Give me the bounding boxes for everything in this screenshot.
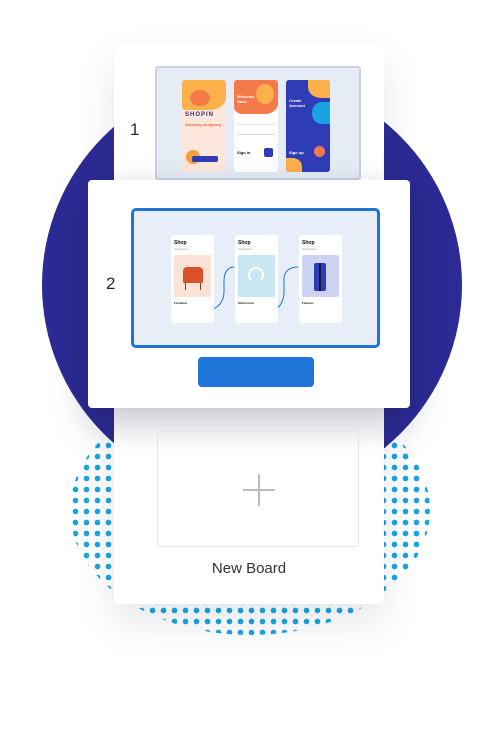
shop-screen-electronics: Shop Categories Electronics [235, 235, 278, 323]
board-number-2: 2 [106, 274, 116, 293]
brand-text: SHOPIN [185, 112, 215, 118]
sign-in-text: Sign in [237, 150, 251, 155]
board-number-1: 1 [130, 120, 140, 139]
create-text: Create Account [289, 98, 305, 108]
board-thumbnail-2[interactable]: Shop Categories Furniture Shop Categorie… [131, 208, 380, 348]
tagline-text: Amazing shopping [185, 122, 221, 127]
create-account-screen: Create Account Sign up [286, 80, 330, 172]
sign-up-text: Sign up [289, 150, 304, 155]
shop-screen-furniture: Shop Categories Furniture [171, 235, 214, 323]
board-thumbnail-1[interactable]: SHOPIN Amazing shopping Welcome Back Sig… [155, 66, 361, 180]
welcome-text: Welcome Back [237, 94, 255, 104]
open-board-button[interactable] [198, 357, 314, 387]
plus-icon [243, 474, 275, 506]
shop-subtitle: Categories [302, 247, 317, 251]
shop-subtitle: Categories [238, 247, 253, 251]
onboarding-screen: SHOPIN Amazing shopping [182, 80, 226, 172]
item-label: Furniture [174, 301, 188, 305]
item-label: Fashion [302, 301, 314, 305]
shop-title: Shop [174, 240, 187, 246]
shop-subtitle: Categories [174, 247, 189, 251]
shop-title: Shop [302, 240, 315, 246]
new-board-label[interactable]: New Board [114, 560, 384, 577]
sign-in-screen: Welcome Back Sign in [234, 80, 278, 172]
shop-title: Shop [238, 240, 251, 246]
new-board-tile[interactable] [157, 431, 359, 547]
item-label: Electronics [238, 301, 255, 305]
shop-screen-fashion: Shop Categories Fashion [299, 235, 342, 323]
